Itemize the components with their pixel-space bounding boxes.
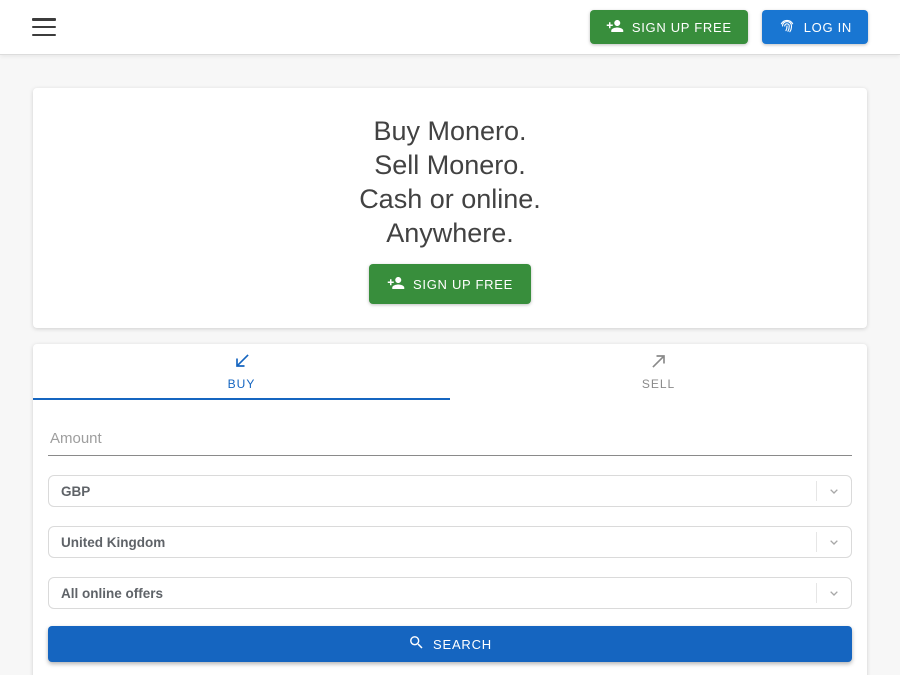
tab-buy[interactable]: BUY <box>33 344 450 400</box>
page-content: Buy Monero. Sell Monero. Cash or online.… <box>33 88 867 675</box>
currency-select[interactable]: GBP <box>48 475 852 507</box>
tab-buy-label: BUY <box>228 377 256 391</box>
chevron-down-icon <box>817 585 851 601</box>
hero-line-1: Buy Monero. <box>33 114 867 148</box>
trade-card: BUY SELL GBP United Kingdom <box>33 344 867 675</box>
hero-signup-button-label: SIGN UP FREE <box>413 277 513 292</box>
tab-sell-label: SELL <box>642 377 675 391</box>
search-button-label: SEARCH <box>433 637 492 652</box>
signup-button-label: SIGN UP FREE <box>632 20 732 35</box>
hero-line-3: Cash or online. <box>33 182 867 216</box>
hero-line-4: Anywhere. <box>33 216 867 250</box>
appbar-actions: SIGN UP FREE LOG IN <box>590 10 868 44</box>
search-icon <box>408 634 425 654</box>
chevron-down-icon <box>817 483 851 499</box>
currency-select-value: GBP <box>49 484 816 499</box>
login-button-label: LOG IN <box>804 20 852 35</box>
search-button[interactable]: SEARCH <box>48 626 852 662</box>
offer-type-select[interactable]: All online offers <box>48 577 852 609</box>
fingerprint-icon <box>778 17 796 38</box>
country-select[interactable]: United Kingdom <box>48 526 852 558</box>
hero-line-2: Sell Monero. <box>33 148 867 182</box>
app-bar: SIGN UP FREE LOG IN <box>0 0 900 55</box>
country-select-value: United Kingdom <box>49 535 816 550</box>
arrow-down-left-icon <box>232 351 252 374</box>
tab-sell[interactable]: SELL <box>450 344 867 400</box>
login-button[interactable]: LOG IN <box>762 10 868 44</box>
buy-sell-tabs: BUY SELL <box>33 344 867 400</box>
arrow-up-right-icon <box>649 351 669 374</box>
trade-form: GBP United Kingdom All online offers <box>33 424 867 662</box>
hero-card: Buy Monero. Sell Monero. Cash or online.… <box>33 88 867 328</box>
hamburger-menu-icon[interactable] <box>32 18 56 36</box>
amount-input[interactable] <box>48 424 852 456</box>
person-add-icon <box>606 17 624 38</box>
person-add-icon <box>387 274 405 295</box>
offer-type-select-value: All online offers <box>49 586 816 601</box>
chevron-down-icon <box>817 534 851 550</box>
hero-signup-button[interactable]: SIGN UP FREE <box>369 264 531 304</box>
signup-button[interactable]: SIGN UP FREE <box>590 10 748 44</box>
amount-field-wrap <box>48 424 852 456</box>
